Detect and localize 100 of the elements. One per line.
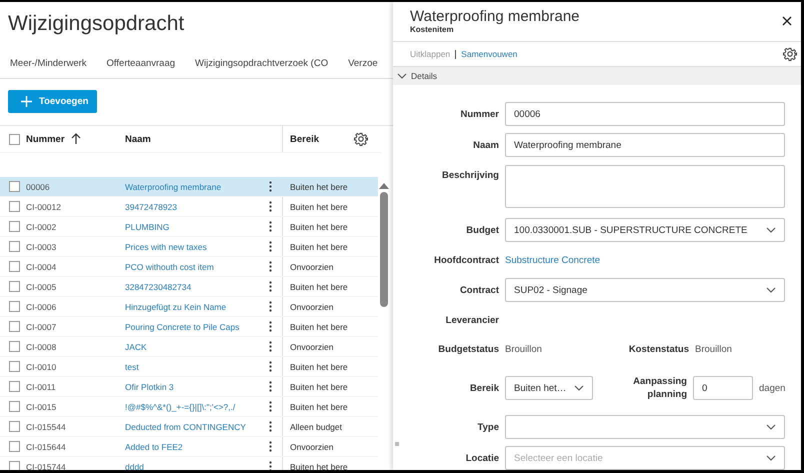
dropdown[interactable]: SUP02 - Signage	[505, 278, 785, 302]
panel-title: Waterproofing membrane	[410, 8, 580, 26]
column-header[interactable]: Naam	[125, 134, 258, 144]
link[interactable]: Samenvouwen	[455, 50, 518, 59]
name-link[interactable]: Waterproofing membrane	[125, 182, 258, 192]
more-options-icon[interactable]	[268, 221, 272, 232]
table-cell-text: CI-0008	[26, 342, 58, 352]
more-options-icon[interactable]	[268, 181, 272, 192]
settings-icon[interactable]	[354, 132, 368, 146]
chevron-down-icon	[574, 384, 584, 392]
more-options-icon[interactable]	[268, 281, 272, 292]
row-checkbox[interactable]	[8, 321, 20, 332]
more-options-icon[interactable]	[268, 201, 272, 212]
name-link[interactable]: !@#$%^&*()_+-={}|[]\:";'<>?,./	[125, 402, 258, 412]
name-link[interactable]: Prices with new taxes	[125, 242, 258, 252]
table-cell-text: CI-0002	[26, 222, 58, 232]
row-checkbox[interactable]	[8, 301, 20, 312]
more-options-icon[interactable]	[268, 461, 272, 470]
row-checkbox[interactable]	[8, 361, 20, 372]
name-link[interactable]: dddd	[125, 462, 258, 470]
name-link[interactable]: JACK	[125, 342, 258, 352]
table-cell-text: Buiten het bere	[289, 242, 349, 252]
text-field[interactable]: Waterproofing membrane	[505, 133, 785, 157]
name-link[interactable]: test	[125, 362, 258, 372]
chevron-down-icon	[766, 286, 776, 294]
add-button[interactable]: Toevoegen	[8, 90, 97, 113]
resize-grip-icon[interactable]	[395, 442, 399, 446]
name-link[interactable]: Ofir Plotkin 3	[125, 382, 258, 392]
name-link[interactable]: Deducted from CONTINGENCY	[125, 422, 258, 432]
more-options-icon[interactable]	[268, 321, 272, 332]
field-value: Brouillon	[505, 344, 543, 354]
name-link[interactable]: 39472478923	[125, 202, 258, 212]
tab[interactable]: Verzoe	[348, 48, 378, 78]
dropdown[interactable]: 100.0330001.SUB - SUPERSTRUCTURE CONCRETE	[505, 218, 785, 242]
text-field[interactable]: 00006	[505, 102, 785, 126]
text-area[interactable]	[505, 165, 785, 208]
table-cell-text: 00006	[26, 182, 51, 192]
field-label: Naam	[472, 140, 499, 150]
field-label: Budgetstatus	[437, 344, 499, 354]
row-checkbox[interactable]	[8, 241, 20, 252]
name-link[interactable]: Pouring Concrete to Pile Caps	[125, 322, 258, 332]
panel-subtitle: Kostenitem	[410, 25, 455, 34]
dropdown[interactable]: Selecteer een locatie	[505, 446, 785, 470]
more-options-icon[interactable]	[268, 401, 272, 412]
section-header[interactable]: Details	[393, 67, 801, 85]
more-options-icon[interactable]	[268, 381, 272, 392]
tab[interactable]: Wijzigingsopdrachtverzoek (CO	[195, 48, 328, 78]
row-checkbox[interactable]	[8, 201, 20, 212]
dropdown[interactable]	[505, 415, 785, 439]
close-icon[interactable]	[782, 16, 792, 26]
row-checkbox[interactable]	[8, 281, 20, 292]
more-options-icon[interactable]	[268, 301, 272, 312]
tab[interactable]: Meer-/Minderwerk	[10, 48, 87, 78]
table-cell-text: Buiten het bere	[289, 462, 349, 470]
table-cell-text: Alleen budget	[289, 422, 343, 432]
field-label: Budget	[465, 224, 499, 236]
row-checkbox[interactable]	[8, 461, 20, 470]
more-options-icon[interactable]	[268, 421, 272, 432]
more-options-icon[interactable]	[268, 441, 272, 452]
name-link[interactable]: Hinzugefügt zu Kein Name	[125, 302, 258, 312]
row-checkbox[interactable]	[8, 441, 20, 452]
scroll-thumb[interactable]	[380, 192, 388, 307]
table-cell-text: CI-0003	[26, 242, 58, 252]
plus-icon	[21, 96, 32, 107]
field-label: Kostenstatus	[628, 344, 689, 354]
table-cell-text: CI-0011	[26, 382, 57, 392]
name-link[interactable]: PCO withouth cost item	[125, 262, 258, 272]
table-cell-text: Buiten het bere	[289, 222, 349, 232]
number-field[interactable]: 0	[693, 376, 753, 400]
select-all-checkbox[interactable]	[8, 134, 20, 144]
row-checkbox[interactable]	[8, 401, 20, 412]
row-checkbox[interactable]	[8, 421, 20, 432]
column-header[interactable]: Bereik	[283, 134, 354, 144]
table-cell-text: CI-015644	[26, 442, 67, 452]
column-header[interactable]: Nummer	[26, 133, 125, 145]
table-cell-text: Onvoorzien	[289, 262, 334, 272]
more-options-icon[interactable]	[268, 241, 272, 252]
more-options-icon[interactable]	[268, 261, 272, 272]
table-cell-text: CI-0004	[26, 262, 58, 272]
settings-icon[interactable]	[783, 47, 797, 62]
table-cell-text: Onvoorzien	[289, 442, 334, 452]
field-label: Contract	[458, 284, 499, 296]
name-link[interactable]: 32847230482734	[125, 282, 258, 292]
name-link[interactable]: Added to FEE2	[125, 442, 258, 452]
more-options-icon[interactable]	[268, 361, 272, 372]
row-checkbox[interactable]	[8, 341, 20, 352]
field-value: Brouillon	[695, 344, 733, 354]
row-checkbox[interactable]	[8, 381, 20, 392]
link[interactable]: Substructure Concrete	[505, 254, 600, 266]
name-link[interactable]: PLUMBING	[125, 222, 258, 232]
field-label: Type	[476, 422, 499, 432]
table-cell-text: Onvoorzien	[289, 302, 334, 312]
chevron-down-icon	[766, 454, 776, 462]
row-checkbox[interactable]	[8, 181, 20, 192]
dropdown[interactable]: Buiten het…	[505, 376, 593, 400]
row-checkbox[interactable]	[8, 221, 20, 232]
field-label: Nummer	[459, 108, 499, 120]
row-checkbox[interactable]	[8, 261, 20, 272]
tab[interactable]: Offerteaanvraag	[106, 48, 176, 78]
more-options-icon[interactable]	[268, 341, 272, 352]
